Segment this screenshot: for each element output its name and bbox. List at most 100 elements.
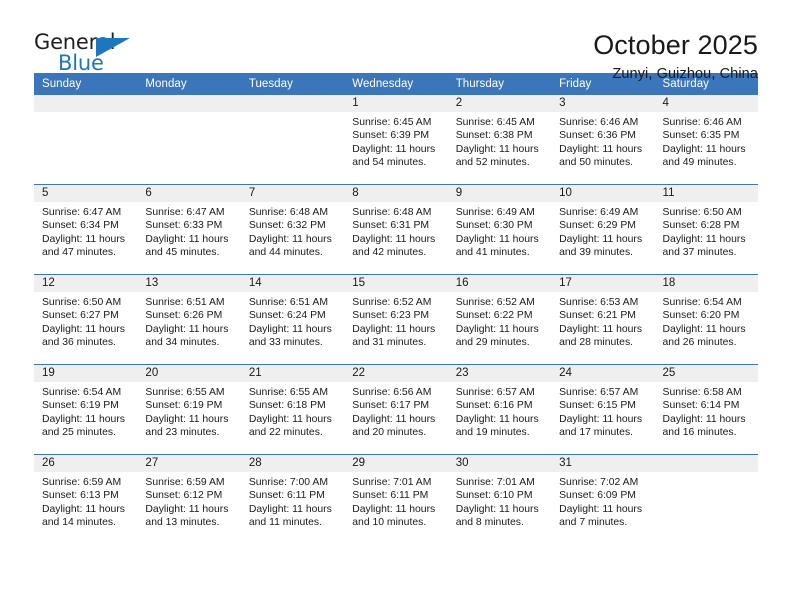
- daylight-text-line2: and 54 minutes.: [352, 157, 427, 169]
- daylight-text-line1: Daylight: 11 hours: [662, 233, 746, 245]
- sunrise-text: Sunrise: 6:56 AM: [352, 387, 432, 398]
- sunrise-text: Sunrise: 6:45 AM: [455, 117, 535, 128]
- day-number: 17: [551, 275, 655, 292]
- sunset-text: Sunset: 6:21 PM: [559, 310, 636, 322]
- daylight-text-line2: and 11 minutes.: [248, 517, 323, 529]
- daylight-text-line2: and 22 minutes.: [248, 427, 323, 439]
- day-details: Sunrise: 6:51 AM Sunset: 6:26 PM Daylight:…: [137, 292, 240, 350]
- sunrise-text: Sunrise: 6:55 AM: [145, 387, 225, 398]
- sunset-text: Sunset: 6:11 PM: [352, 490, 429, 502]
- sunset-text: Sunset: 6:35 PM: [662, 130, 740, 142]
- day-number: 30: [447, 455, 552, 472]
- daylight-text-line2: and 26 minutes.: [662, 337, 737, 349]
- day-details: Sunrise: 6:47 AM Sunset: 6:33 PM Daylight:…: [137, 202, 240, 260]
- sunset-text: Sunset: 6:34 PM: [42, 220, 119, 232]
- day-number: 8: [344, 185, 448, 202]
- day-number: 21: [240, 365, 345, 382]
- day-number: [240, 95, 345, 112]
- calendar-day-cell[interactable]: 12 Sunrise: 6:50 AM Sunset: 6:27 PM Dayligh…: [34, 274, 138, 365]
- calendar-day-cell[interactable]: 1 Sunrise: 6:45 AM Sunset: 6:39 PM Daylight…: [344, 95, 448, 185]
- calendar-day-cell[interactable]: 22 Sunrise: 6:56 AM Sunset: 6:17 PM Dayligh…: [344, 364, 448, 455]
- calendar-day-cell[interactable]: 24 Sunrise: 6:57 AM Sunset: 6:15 PM Dayligh…: [551, 364, 655, 455]
- day-details: Sunrise: 6:55 AM Sunset: 6:18 PM Daylight:…: [241, 382, 344, 440]
- calendar-day-cell[interactable]: 23 Sunrise: 6:57 AM Sunset: 6:16 PM Dayligh…: [447, 364, 552, 455]
- calendar-day-cell[interactable]: 6 Sunrise: 6:47 AM Sunset: 6:33 PM Daylight…: [137, 184, 241, 275]
- day-details: Sunrise: 6:50 AM Sunset: 6:27 PM Daylight:…: [34, 292, 137, 350]
- calendar-day-cell[interactable]: 15 Sunrise: 6:52 AM Sunset: 6:23 PM Dayligh…: [344, 274, 448, 365]
- sunset-text: Sunset: 6:13 PM: [42, 490, 119, 502]
- daylight-text-line1: Daylight: 11 hours: [248, 413, 332, 425]
- calendar-day-cell[interactable]: 31 Sunrise: 7:02 AM Sunset: 6:09 PM Dayligh…: [551, 454, 655, 544]
- calendar-day-cell[interactable]: 30 Sunrise: 7:01 AM Sunset: 6:10 PM Dayligh…: [447, 454, 552, 544]
- daylight-text-line1: Daylight: 11 hours: [662, 323, 746, 335]
- daylight-text-line2: and 47 minutes.: [42, 247, 116, 259]
- calendar-day-cell[interactable]: 10 Sunrise: 6:49 AM Sunset: 6:29 PM Dayligh…: [551, 184, 655, 275]
- calendar-day-cell[interactable]: 9 Sunrise: 6:49 AM Sunset: 6:30 PM Daylight…: [447, 184, 552, 275]
- calendar-day-cell[interactable]: 19 Sunrise: 6:54 AM Sunset: 6:19 PM Dayligh…: [34, 364, 138, 455]
- sunrise-text: Sunrise: 6:51 AM: [145, 297, 225, 308]
- calendar-day-cell[interactable]: 26 Sunrise: 6:59 AM Sunset: 6:13 PM Dayligh…: [34, 454, 138, 544]
- day-details: Sunrise: 6:51 AM Sunset: 6:24 PM Daylight:…: [241, 292, 344, 350]
- daylight-text-line1: Daylight: 11 hours: [455, 323, 539, 335]
- calendar-week-row: 5 Sunrise: 6:47 AM Sunset: 6:34 PM Daylight…: [34, 184, 758, 275]
- calendar-day-cell[interactable]: 8 Sunrise: 6:48 AM Sunset: 6:31 PM Daylight…: [344, 184, 448, 275]
- daylight-text-line1: Daylight: 11 hours: [248, 323, 332, 335]
- calendar-day-cell[interactable]: 17 Sunrise: 6:53 AM Sunset: 6:21 PM Dayligh…: [551, 274, 655, 365]
- calendar-day-cell[interactable]: 28 Sunrise: 7:00 AM Sunset: 6:11 PM Dayligh…: [240, 454, 345, 544]
- sunset-text: Sunset: 6:17 PM: [352, 400, 430, 412]
- daylight-text-line1: Daylight: 11 hours: [352, 413, 436, 425]
- daylight-text-line1: Daylight: 11 hours: [559, 413, 643, 425]
- sunset-text: Sunset: 6:23 PM: [352, 310, 430, 322]
- sunrise-text: Sunrise: 7:01 AM: [352, 477, 432, 488]
- calendar-day-cell[interactable]: 18 Sunrise: 6:54 AM Sunset: 6:20 PM Dayligh…: [654, 274, 758, 365]
- calendar-day-cell[interactable]: 14 Sunrise: 6:51 AM Sunset: 6:24 PM Dayligh…: [240, 274, 345, 365]
- calendar-day-cell[interactable]: 13 Sunrise: 6:51 AM Sunset: 6:26 PM Dayligh…: [137, 274, 241, 365]
- calendar-day-cell[interactable]: 25 Sunrise: 6:58 AM Sunset: 6:14 PM Dayligh…: [654, 364, 758, 455]
- daylight-text-line2: and 36 minutes.: [42, 337, 116, 349]
- sunrise-text: Sunrise: 6:46 AM: [559, 117, 639, 128]
- day-number: 9: [447, 185, 552, 202]
- sunset-text: Sunset: 6:33 PM: [145, 220, 223, 232]
- day-details: Sunrise: 6:59 AM Sunset: 6:13 PM Daylight:…: [34, 472, 137, 530]
- calendar-day-cell[interactable]: 16 Sunrise: 6:52 AM Sunset: 6:22 PM Dayligh…: [447, 274, 552, 365]
- sunset-text: Sunset: 6:14 PM: [662, 400, 740, 412]
- sunrise-text: Sunrise: 6:59 AM: [145, 477, 225, 488]
- daylight-text-line2: and 33 minutes.: [248, 337, 323, 349]
- daylight-text-line2: and 39 minutes.: [559, 247, 634, 259]
- calendar-day-cell[interactable]: 4 Sunrise: 6:46 AM Sunset: 6:35 PM Daylight…: [654, 95, 758, 185]
- daylight-text-line1: Daylight: 11 hours: [455, 233, 539, 245]
- sunset-text: Sunset: 6:28 PM: [662, 220, 740, 232]
- day-details: Sunrise: 6:53 AM Sunset: 6:21 PM Daylight:…: [551, 292, 654, 350]
- weekday-header-sunday: Sunday: [34, 73, 138, 95]
- calendar-day-cell[interactable]: 7 Sunrise: 6:48 AM Sunset: 6:32 PM Daylight…: [240, 184, 345, 275]
- calendar-day-cell[interactable]: 3 Sunrise: 6:46 AM Sunset: 6:36 PM Daylight…: [551, 95, 655, 185]
- calendar-day-cell[interactable]: 27 Sunrise: 6:59 AM Sunset: 6:12 PM Dayligh…: [137, 454, 241, 544]
- day-details: Sunrise: 6:45 AM Sunset: 6:38 PM Daylight:…: [448, 112, 551, 170]
- daylight-text-line1: Daylight: 11 hours: [352, 233, 436, 245]
- day-number: [137, 95, 241, 112]
- sunset-text: Sunset: 6:29 PM: [559, 220, 636, 232]
- calendar-day-cell[interactable]: 5 Sunrise: 6:47 AM Sunset: 6:34 PM Daylight…: [34, 184, 138, 275]
- sunrise-text: Sunrise: 6:49 AM: [559, 207, 639, 218]
- calendar-day-cell[interactable]: 20 Sunrise: 6:55 AM Sunset: 6:19 PM Dayligh…: [137, 364, 241, 455]
- sunrise-text: Sunrise: 6:57 AM: [559, 387, 639, 398]
- calendar-day-cell[interactable]: 2 Sunrise: 6:45 AM Sunset: 6:38 PM Daylight…: [447, 95, 552, 185]
- sunset-text: Sunset: 6:24 PM: [248, 310, 326, 322]
- day-number: 31: [551, 455, 655, 472]
- day-number: 12: [34, 275, 138, 292]
- daylight-text-line1: Daylight: 11 hours: [42, 323, 125, 335]
- calendar-day-cell[interactable]: 11 Sunrise: 6:50 AM Sunset: 6:28 PM Dayligh…: [654, 184, 758, 275]
- daylight-text-line2: and 13 minutes.: [145, 517, 220, 529]
- calendar-day-cell[interactable]: 21 Sunrise: 6:55 AM Sunset: 6:18 PM Dayligh…: [240, 364, 345, 455]
- daylight-text-line2: and 10 minutes.: [352, 517, 427, 529]
- calendar-day-cell[interactable]: 29 Sunrise: 7:01 AM Sunset: 6:11 PM Dayligh…: [344, 454, 448, 544]
- sunset-text: Sunset: 6:15 PM: [559, 400, 636, 412]
- generalblue-logo[interactable]: General Blue: [34, 30, 142, 76]
- day-number: 11: [654, 185, 758, 202]
- day-details: Sunrise: 6:52 AM Sunset: 6:23 PM Daylight:…: [344, 292, 447, 350]
- sunset-text: Sunset: 6:32 PM: [248, 220, 326, 232]
- calendar-week-row: 12 Sunrise: 6:50 AM Sunset: 6:27 PM Dayligh…: [34, 274, 758, 365]
- sunset-text: Sunset: 6:30 PM: [455, 220, 533, 232]
- page-title: October 2025: [593, 30, 758, 60]
- daylight-text-line2: and 52 minutes.: [455, 157, 530, 169]
